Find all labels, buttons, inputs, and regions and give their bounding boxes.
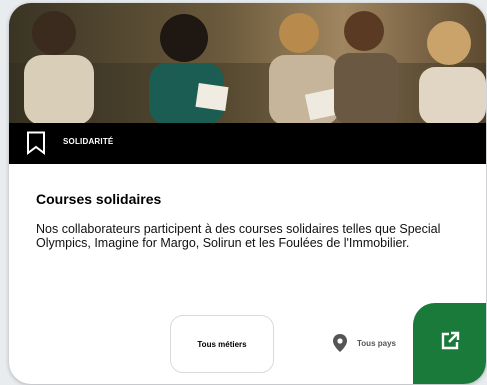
card-description: Nos collaborateurs participent à des cou… <box>36 222 441 250</box>
country-filter: Tous pays <box>333 334 396 352</box>
card-title: Courses solidaires <box>36 191 162 207</box>
card-photo <box>9 3 486 123</box>
solidarity-card[interactable]: SOLIDARITÉ Courses solidaires Nos collab… <box>9 3 486 384</box>
open-link-button[interactable] <box>413 303 486 384</box>
job-filter-label: Tous métiers <box>197 339 247 349</box>
map-pin-icon <box>333 334 347 352</box>
job-filter-pill[interactable]: Tous métiers <box>170 315 274 373</box>
category-label: SOLIDARITÉ <box>63 137 114 146</box>
external-link-icon <box>440 331 460 356</box>
category-bar: SOLIDARITÉ <box>9 123 486 164</box>
country-filter-label: Tous pays <box>357 338 396 348</box>
bookmark-icon[interactable] <box>26 131 46 155</box>
